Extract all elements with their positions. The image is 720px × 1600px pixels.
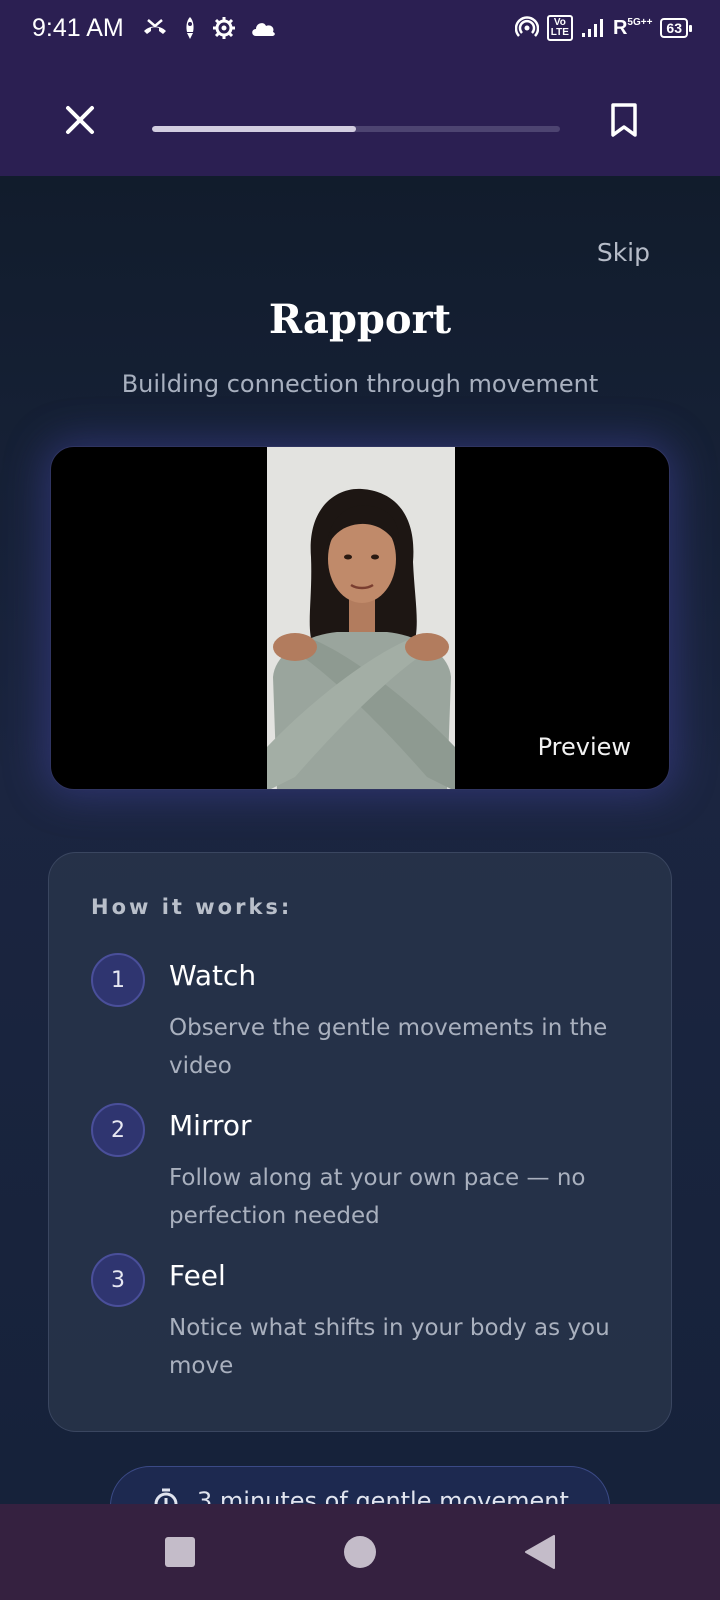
step-description: Notice what shifts in your body as you m… <box>169 1315 610 1379</box>
step-description: Follow along at your own pace — no perfe… <box>169 1165 586 1229</box>
page-subtitle: Building connection through movement <box>121 370 599 398</box>
recents-square-icon <box>165 1537 195 1567</box>
recents-button[interactable] <box>160 1532 200 1572</box>
duration-label: 3 minutes of gentle movement <box>197 1487 569 1504</box>
step-number-badge: 1 <box>91 953 145 1007</box>
home-circle-icon <box>344 1536 376 1568</box>
step-number-badge: 3 <box>91 1253 145 1307</box>
back-button[interactable] <box>520 1532 560 1572</box>
how-it-works-heading: How it works: <box>91 895 293 919</box>
how-it-works-card: How it works: 1 Watch Observe the gentle… <box>48 852 672 1432</box>
cloud-icon <box>250 19 276 37</box>
back-triangle-icon <box>525 1535 555 1569</box>
roaming-indicator: R <box>612 16 628 39</box>
missed-call-icon <box>142 17 168 39</box>
home-button[interactable] <box>340 1532 380 1572</box>
lesson-progress-fill <box>152 126 356 132</box>
system-navigation-bar <box>0 1504 720 1600</box>
video-thumbnail <box>267 447 455 789</box>
step-number-badge: 2 <box>91 1103 145 1157</box>
step-title: Mirror <box>169 1109 252 1142</box>
main-content: Skip Rapport Building connection through… <box>0 176 720 1504</box>
video-preview-player[interactable]: Preview <box>50 446 670 790</box>
rocket-icon <box>182 16 198 40</box>
settings-gear-icon <box>212 16 236 40</box>
battery-indicator: 63 <box>660 18 692 38</box>
network-type: R5G++ <box>613 17 652 40</box>
top-app-bar <box>0 56 720 176</box>
bookmark-icon <box>611 103 637 137</box>
hotspot-icon <box>514 16 539 40</box>
skip-button[interactable]: Skip <box>597 238 650 267</box>
person-crossed-arms-image <box>267 447 455 789</box>
close-button[interactable] <box>56 96 104 144</box>
bookmark-button[interactable] <box>600 96 648 144</box>
timer-icon <box>154 1488 178 1504</box>
preview-label: Preview <box>537 733 631 761</box>
volte-badge: Vo LTE <box>546 15 573 41</box>
step-title: Feel <box>169 1259 226 1292</box>
network-generation: 5G++ <box>627 16 653 28</box>
step-description: Observe the gentle movements in the vide… <box>169 1015 608 1079</box>
status-time: 9:41 AM <box>32 13 124 42</box>
signal-strength-icon <box>581 18 605 38</box>
status-bar: 9:41 AM Vo LTE R5G++ 63 <box>0 0 720 56</box>
volte-bottom: LTE <box>550 27 569 38</box>
close-icon <box>66 106 94 134</box>
step-title: Watch <box>169 959 257 992</box>
lesson-progress-bar <box>152 126 560 132</box>
page-title: Rapport <box>268 296 452 343</box>
duration-pill: 3 minutes of gentle movement <box>110 1466 610 1504</box>
